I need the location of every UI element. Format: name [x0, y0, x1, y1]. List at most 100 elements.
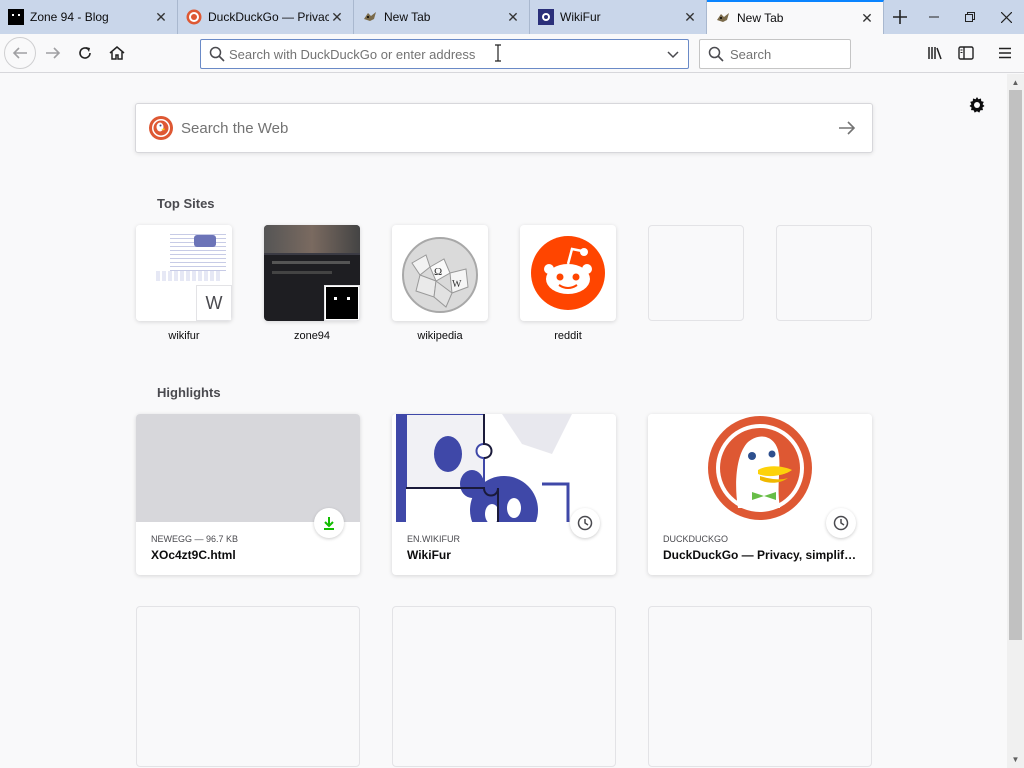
navigation-toolbar: [0, 34, 1024, 73]
window-close-button[interactable]: [988, 0, 1024, 34]
top-site-reddit[interactable]: reddit: [520, 225, 616, 342]
card-source: DUCKDUCKGO: [663, 534, 729, 544]
top-site-tile[interactable]: W: [136, 225, 232, 321]
forward-button[interactable]: [38, 38, 68, 68]
menu-button[interactable]: [990, 38, 1020, 68]
wikifur-logo-preview: [392, 414, 616, 522]
zone94-icon: [8, 9, 24, 25]
fox-icon: [715, 10, 731, 26]
close-icon[interactable]: ✕: [329, 9, 345, 25]
duckduckgo-icon: [186, 9, 202, 25]
scroll-down-arrow-icon[interactable]: ▼: [1007, 751, 1024, 768]
hamburger-menu-icon: [999, 47, 1011, 59]
tab-wikifur[interactable]: WikiFur ✕: [530, 0, 707, 34]
url-bar[interactable]: [200, 39, 689, 69]
zone94-icon: [324, 285, 360, 321]
reddit-icon: [531, 236, 605, 310]
new-tab-button[interactable]: [884, 0, 916, 34]
top-site-empty: [776, 225, 872, 321]
card-preview: [136, 414, 360, 522]
highlight-card-empty: [392, 606, 616, 767]
card-title: WikiFur: [407, 548, 451, 562]
highlight-card-wikifur[interactable]: EN.WIKIFUR WikiFur: [392, 414, 616, 575]
site-letter-icon: W: [196, 285, 232, 321]
duckduckgo-icon: [149, 116, 173, 140]
tab-duckduckgo[interactable]: DuckDuckGo — Privacy, simplified ✕: [178, 0, 354, 34]
card-source: EN.WIKIFUR: [407, 534, 460, 544]
search-input[interactable]: [730, 46, 840, 62]
duckduckgo-logo-preview: [648, 414, 872, 522]
tab-title: New Tab: [737, 11, 784, 25]
wikifur-icon: [538, 9, 554, 25]
search-icon: [209, 46, 225, 62]
top-site-label: wikifur: [168, 330, 200, 342]
highlight-card-duckduckgo[interactable]: DUCKDUCKGO DuckDuckGo — Privacy, simplif…: [648, 414, 872, 575]
tab-zone94[interactable]: Zone 94 - Blog ✕: [0, 0, 178, 34]
svg-text:W: W: [452, 279, 462, 290]
arrow-right-icon[interactable]: [838, 120, 856, 136]
highlight-card-empty: [648, 606, 872, 767]
close-icon[interactable]: ✕: [153, 9, 169, 25]
top-site-label: reddit: [554, 330, 582, 342]
restore-icon: [965, 12, 975, 22]
card-source: NEWEGG — 96.7 KB: [151, 534, 239, 544]
web-search-input[interactable]: [181, 119, 838, 137]
chevron-down-icon[interactable]: [666, 47, 680, 61]
forward-arrow-icon: [46, 47, 61, 59]
sidebar-button[interactable]: [951, 38, 981, 68]
svg-text:Ω: Ω: [434, 266, 442, 278]
sidebar-icon: [958, 46, 974, 60]
highlight-card-empty: [136, 606, 360, 767]
empty-tile: [648, 225, 744, 321]
text-cursor-icon: [494, 44, 502, 62]
minimize-icon: [929, 16, 939, 18]
card-title: DuckDuckGo — Privacy, simplified.: [663, 548, 857, 562]
search-bar[interactable]: [699, 39, 851, 69]
customize-button[interactable]: [966, 94, 988, 116]
top-site-empty: [648, 225, 744, 321]
plus-icon: [893, 10, 907, 24]
close-icon[interactable]: ✕: [682, 9, 698, 25]
top-site-tile[interactable]: [520, 225, 616, 321]
tab-title: DuckDuckGo — Privacy, simplified: [208, 10, 329, 24]
web-search-box[interactable]: [135, 103, 873, 153]
tab-new-tab-active[interactable]: New Tab ✕: [707, 0, 884, 34]
home-button[interactable]: [102, 38, 132, 68]
reload-icon: [79, 47, 91, 59]
tab-title: New Tab: [384, 10, 431, 24]
scroll-thumb[interactable]: [1009, 90, 1022, 640]
top-site-tile[interactable]: [264, 225, 360, 321]
tab-strip: Zone 94 - Blog ✕ DuckDuckGo — Privacy, s…: [0, 0, 1024, 34]
close-icon[interactable]: ✕: [859, 10, 875, 26]
gear-icon: [969, 97, 985, 113]
top-site-wikipedia[interactable]: Ω W wikipedia: [392, 225, 488, 342]
top-site-label: wikipedia: [417, 330, 463, 342]
library-button[interactable]: [920, 38, 950, 68]
reload-button[interactable]: [70, 38, 100, 68]
tab-new-tab[interactable]: New Tab ✕: [354, 0, 530, 34]
tab-title: WikiFur: [560, 10, 601, 24]
scroll-up-arrow-icon[interactable]: ▲: [1007, 74, 1024, 91]
card-title: XOc4zt9C.html: [151, 548, 236, 562]
vertical-scrollbar[interactable]: ▲ ▼: [1007, 74, 1024, 768]
top-site-tile[interactable]: Ω W: [392, 225, 488, 321]
search-icon: [708, 46, 724, 62]
back-button[interactable]: [4, 37, 36, 69]
window-controls: [884, 0, 1024, 34]
fox-icon: [362, 9, 378, 25]
download-icon: [314, 508, 344, 538]
minimize-button[interactable]: [916, 0, 952, 34]
wikipedia-globe-icon: Ω W: [402, 237, 478, 313]
top-sites-heading: Top Sites: [157, 196, 215, 211]
highlight-card-newegg[interactable]: NEWEGG — 96.7 KB XOc4zt9C.html: [136, 414, 360, 575]
highlights-heading: Highlights: [157, 385, 221, 400]
restore-button[interactable]: [952, 0, 988, 34]
clock-icon: [826, 508, 856, 538]
url-input[interactable]: [229, 46, 666, 62]
close-icon[interactable]: ✕: [505, 9, 521, 25]
top-site-wikifur[interactable]: W wikifur: [136, 225, 232, 342]
empty-tile: [776, 225, 872, 321]
top-site-label: zone94: [293, 330, 331, 342]
back-arrow-icon: [12, 47, 27, 59]
top-site-zone94[interactable]: zone94: [264, 225, 360, 342]
